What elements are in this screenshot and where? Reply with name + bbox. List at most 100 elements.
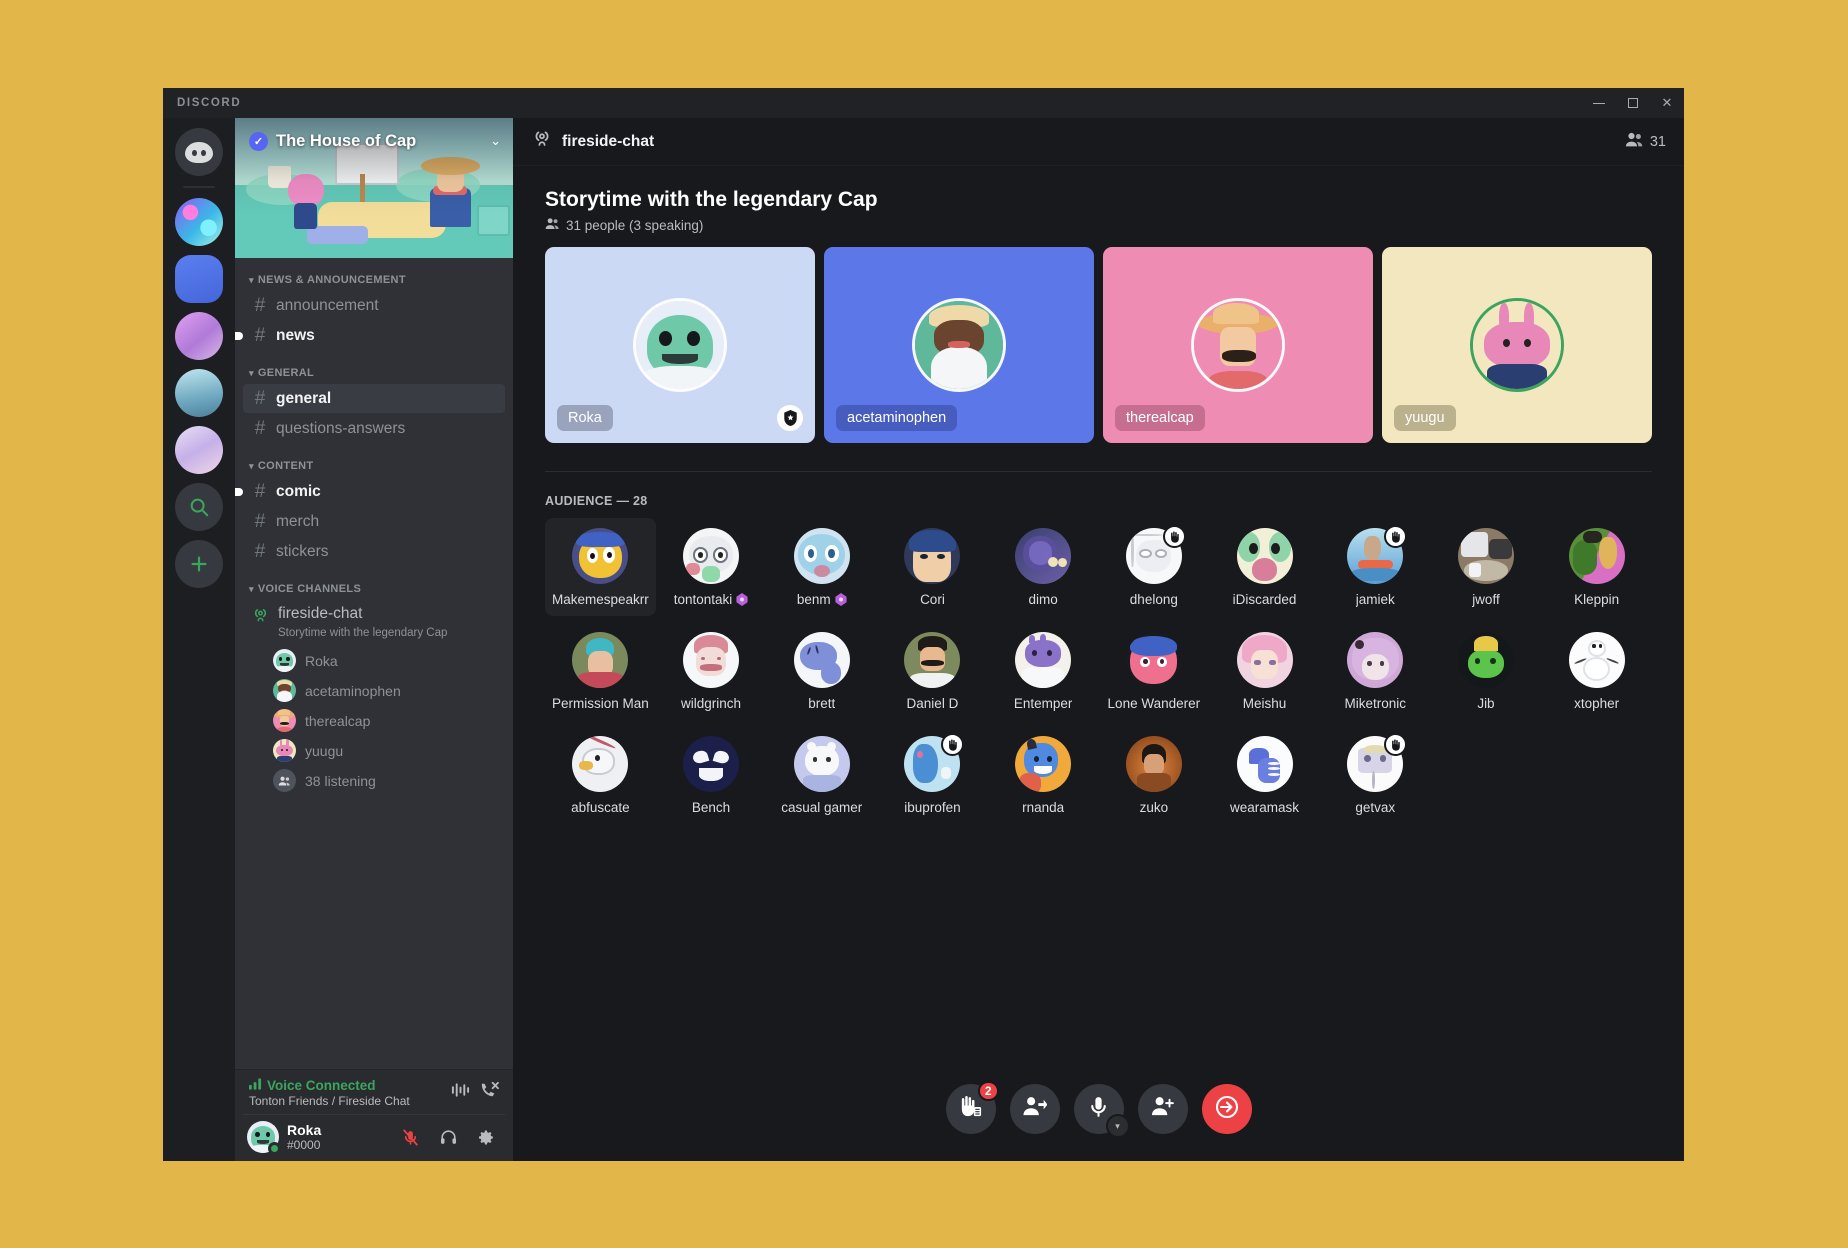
channel-item-general[interactable]: # general	[243, 384, 505, 413]
explore-servers-button[interactable]	[175, 483, 223, 531]
audience-member-name: Lone Wanderer	[1107, 696, 1201, 711]
hash-icon: #	[254, 481, 266, 502]
channel-item-comic[interactable]: # comic	[235, 477, 505, 506]
server-header[interactable]: ✓ The House of Cap ⌄	[235, 118, 513, 164]
audience-member-casual gamer[interactable]: casual gamer	[766, 726, 877, 824]
audience-member-Miketronic[interactable]: Miketronic	[1320, 622, 1431, 720]
audience-member-xtopher[interactable]: xtopher	[1541, 622, 1652, 720]
audience-member-Entemper[interactable]: Entemper	[988, 622, 1099, 720]
speaker-name: acetaminophen	[836, 405, 958, 431]
audience-member-name: casual gamer	[781, 800, 863, 815]
channel-item-news[interactable]: # news	[235, 321, 505, 350]
audience-member-Daniel D[interactable]: Daniel D	[877, 622, 988, 720]
audience-member-Bench[interactable]: Bench	[656, 726, 767, 824]
audience-member-wildgrinch[interactable]: wildgrinch	[656, 622, 767, 720]
voice-member-acetaminophen[interactable]: acetaminophen	[265, 676, 505, 705]
server-avatar	[175, 198, 223, 246]
audience-member-Kleppin[interactable]: Kleppin	[1541, 518, 1652, 616]
speaker-card-Roka[interactable]: Roka	[545, 247, 815, 443]
avatar	[904, 632, 961, 688]
channel-item-questions-answers[interactable]: # questions-answers	[243, 414, 505, 443]
audience-member-tontontaki[interactable]: tontontaki	[656, 518, 767, 616]
audience-member-abfuscate[interactable]: abfuscate	[545, 726, 656, 824]
audience-member-jamiek[interactable]: jamiek	[1320, 518, 1431, 616]
audience-member-brett[interactable]: brett	[766, 622, 877, 720]
stage-channel-item[interactable]: fireside-chat Storytime with the legenda…	[243, 600, 505, 645]
voice-actions	[451, 1078, 499, 1099]
category-header[interactable]: ▾ NEWS & ANNOUNCEMENT	[235, 274, 513, 290]
category-header[interactable]: ▾ CONTENT	[235, 444, 513, 476]
member-count[interactable]: 31	[1625, 131, 1666, 152]
audience-member-benm[interactable]: benm	[766, 518, 877, 616]
stage-channel-icon	[251, 604, 271, 630]
speaker-card-yuugu[interactable]: yuugu	[1382, 247, 1652, 443]
audience-member-Cori[interactable]: Cori	[877, 518, 988, 616]
avatar	[793, 632, 850, 688]
avatar	[273, 709, 296, 732]
listening-label: 38 listening	[305, 772, 376, 789]
soundboard-icon[interactable]	[451, 1082, 470, 1098]
audience-member-dhelong[interactable]: dhelong	[1098, 518, 1209, 616]
raised-hand-icon	[1384, 733, 1408, 756]
voice-member-yuugu[interactable]: yuugu	[265, 736, 505, 765]
channel-item-merch[interactable]: # merch	[243, 507, 505, 536]
audience-member-iDiscarded[interactable]: iDiscarded	[1209, 518, 1320, 616]
stage-subtitle-text: 31 people (3 speaking)	[566, 217, 704, 233]
audience-member-Lone Wanderer[interactable]: Lone Wanderer	[1098, 622, 1209, 720]
move-to-audience-button[interactable]	[1009, 1084, 1060, 1134]
minimize-button[interactable]	[1582, 88, 1616, 118]
chevron-down-icon: ▾	[249, 274, 254, 285]
chevron-down-icon[interactable]: ⌄	[490, 133, 501, 149]
avatar[interactable]	[247, 1121, 281, 1155]
hash-icon: #	[254, 325, 266, 346]
user-panel: Roka #0000	[243, 1114, 505, 1159]
server-icon-1[interactable]	[175, 198, 223, 246]
server-icon-4[interactable]	[175, 369, 223, 417]
voice-member-therealcap[interactable]: therealcap	[265, 706, 505, 735]
server-icon-2[interactable]	[175, 255, 223, 303]
close-icon[interactable]: ✕	[1650, 88, 1684, 118]
avatar	[1015, 528, 1072, 584]
audience-member-zuko[interactable]: zuko	[1098, 726, 1209, 824]
channel-item-announcement[interactable]: # announcement	[243, 291, 505, 320]
audience-member-jwoff[interactable]: jwoff	[1431, 518, 1542, 616]
gear-icon[interactable]	[471, 1122, 501, 1152]
add-server-button[interactable]	[175, 540, 223, 588]
audience-member-rnanda[interactable]: rnanda	[988, 726, 1099, 824]
category-header-voice[interactable]: ▾ VOICE CHANNELS	[235, 567, 513, 599]
chevron-down-icon[interactable]: ▾	[1105, 1114, 1130, 1138]
category-header[interactable]: ▾ GENERAL	[235, 351, 513, 383]
audience-member-wearamask[interactable]: wearamask	[1209, 726, 1320, 824]
audience-member-dimo[interactable]: dimo	[988, 518, 1099, 616]
channel-item-stickers[interactable]: # stickers	[243, 537, 505, 566]
audience-member-Meishu[interactable]: Meishu	[1209, 622, 1320, 720]
invite-to-stage-button[interactable]	[1137, 1084, 1188, 1134]
speaker-card-therealcap[interactable]: therealcap	[1103, 247, 1373, 443]
headphones-icon[interactable]	[433, 1122, 463, 1152]
server-icon-5[interactable]	[175, 426, 223, 474]
raise-hand-requests-button[interactable]: 2	[945, 1081, 999, 1134]
server-banner[interactable]: ✓ The House of Cap ⌄	[235, 118, 513, 258]
server-icon-3[interactable]	[175, 312, 223, 360]
maximize-button[interactable]	[1616, 88, 1650, 118]
disconnect-call-icon[interactable]	[479, 1081, 499, 1099]
voice-listening-count[interactable]: 38 listening	[265, 766, 505, 795]
voice-member-Roka[interactable]: Roka	[265, 646, 505, 675]
audience-member-Permission Man[interactable]: Permission Man	[545, 622, 656, 720]
person-arrow-icon	[1022, 1094, 1048, 1124]
audience-member-name: wildgrinch	[681, 696, 742, 711]
voice-member-name: acetaminophen	[305, 682, 401, 699]
audience-member-Jib[interactable]: Jib	[1431, 622, 1542, 720]
audience-member-ibuprofen[interactable]: ibuprofen	[877, 726, 988, 824]
audience-member-Makemespeakrr[interactable]: Makemespeakrr	[545, 518, 656, 616]
leave-stage-button[interactable]	[1201, 1084, 1252, 1134]
home-button[interactable]	[175, 128, 223, 176]
channel-name: news	[276, 326, 315, 344]
speaker-card-acetaminophen[interactable]: acetaminophen	[824, 247, 1094, 443]
raised-hand-icon	[1162, 525, 1186, 548]
channel-name: questions-answers	[276, 419, 406, 437]
microphone-button[interactable]: ▾	[1073, 1084, 1130, 1138]
mute-microphone-icon[interactable]	[395, 1122, 425, 1152]
hash-icon: #	[254, 418, 266, 439]
audience-member-getvax[interactable]: getvax	[1320, 726, 1431, 824]
